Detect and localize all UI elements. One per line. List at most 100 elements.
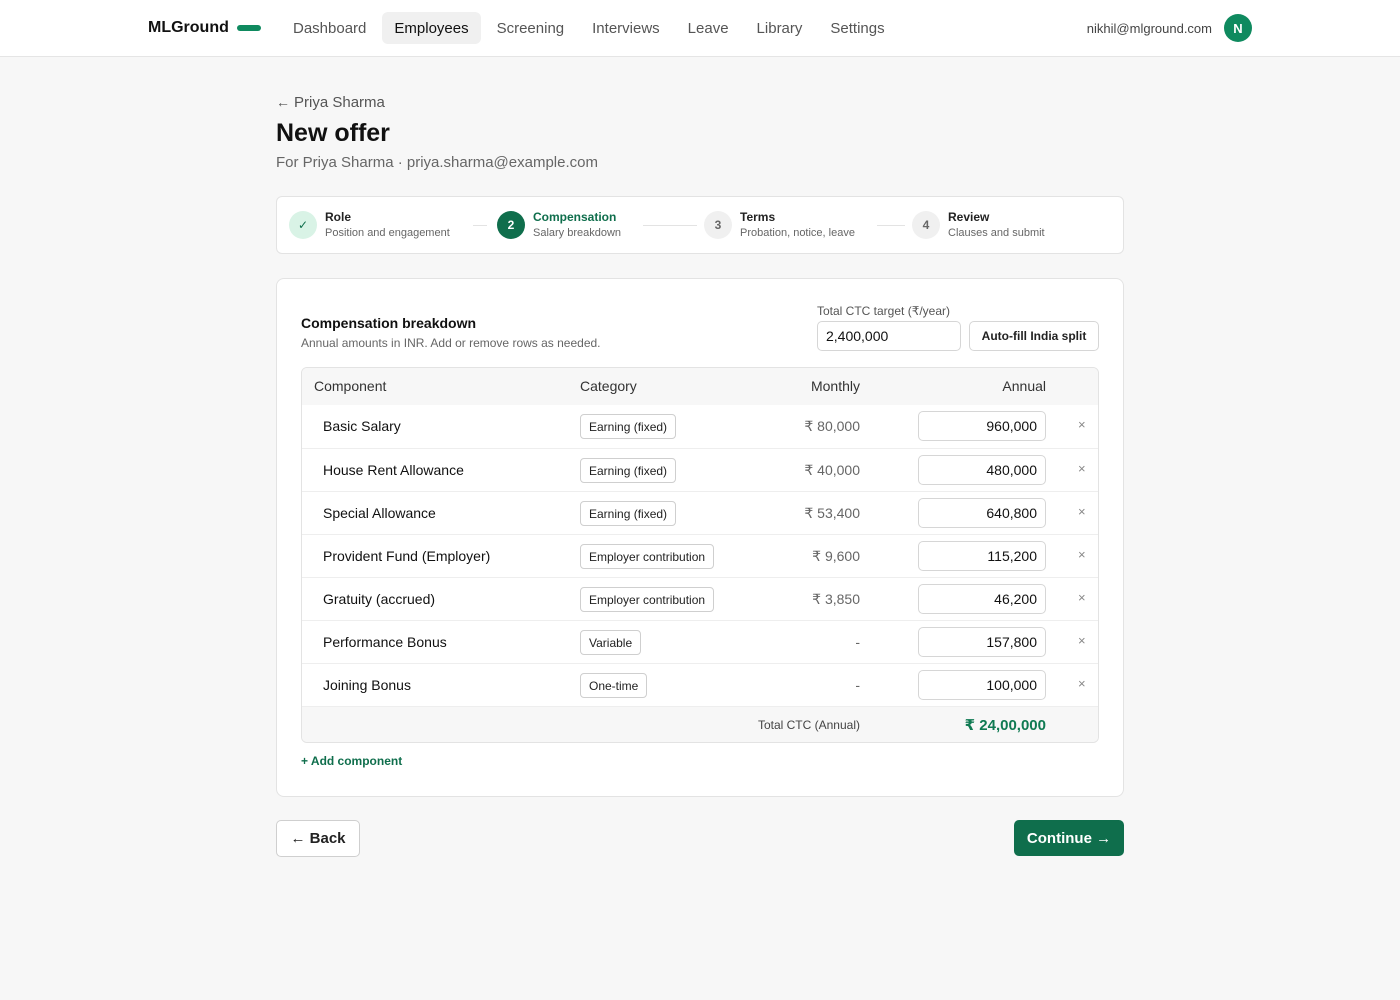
annual-amount-input[interactable] (918, 670, 1046, 700)
total-ctc-value: ₹ 24,00,000 (964, 717, 1046, 734)
remove-row-icon[interactable]: × (1078, 547, 1086, 562)
brand-name: MLGround (148, 19, 229, 36)
table-row: Performance Bonus Variable - × (302, 620, 1098, 663)
compensation-table: Component Category Monthly Annual Basic … (301, 367, 1099, 743)
brand-logo-bar (236, 25, 261, 31)
remove-row-icon[interactable]: × (1078, 676, 1086, 691)
autofill-india-split-button[interactable]: Auto-fill India split (969, 321, 1099, 351)
component-name: Special Allowance (323, 505, 436, 521)
total-ctc-label: Total CTC (Annual) (757, 718, 860, 732)
ctc-target-input[interactable] (817, 321, 961, 351)
step-number: 3 (704, 210, 732, 239)
step-connector (473, 225, 487, 226)
nav-leave[interactable]: Leave (676, 12, 741, 44)
main-nav: Dashboard Employees Screening Interviews… (281, 12, 897, 44)
component-name: Gratuity (accrued) (323, 591, 436, 607)
brand[interactable]: MLGround (148, 0, 261, 56)
back-button[interactable]: ← Back (276, 820, 360, 857)
step-number: 4 (912, 210, 940, 239)
monthly-amount: ₹ 9,600 (812, 548, 860, 564)
step-connector (643, 225, 697, 226)
step-compensation[interactable]: 2 Compensation Salary breakdown (497, 210, 621, 240)
component-name: Performance Bonus (323, 634, 447, 650)
category-badge: Earning (fixed) (580, 458, 677, 483)
step-role[interactable]: ✓ Role Position and engagement (289, 210, 450, 240)
step-title: Compensation (533, 210, 617, 224)
nav-dashboard[interactable]: Dashboard (281, 12, 378, 44)
table-row: Basic Salary Earning (fixed) ₹ 80,000 × (302, 405, 1098, 448)
check-icon: ✓ (289, 210, 317, 239)
table-row: Joining Bonus One-time - × (302, 663, 1098, 706)
annual-amount-input[interactable] (918, 455, 1046, 485)
arrow-left-icon: ← (276, 94, 290, 110)
remove-row-icon[interactable]: × (1078, 417, 1086, 432)
nav-screening[interactable]: Screening (485, 12, 577, 44)
breadcrumb[interactable]: ← Priya Sharma (276, 93, 1124, 111)
section-title: Compensation breakdown (301, 315, 477, 331)
user-menu[interactable]: nikhil@mlground.com N (1087, 14, 1252, 42)
avatar[interactable]: N (1224, 14, 1252, 42)
form-actions: ← Back Continue → (276, 820, 1124, 857)
compensation-card: Compensation breakdown Annual amounts in… (276, 278, 1124, 797)
nav-interviews[interactable]: Interviews (580, 12, 672, 44)
column-annual: Annual (1002, 378, 1046, 394)
step-desc: Position and engagement (325, 226, 450, 239)
table-footer: Total CTC (Annual) ₹ 24,00,000 (302, 706, 1098, 742)
component-name: Basic Salary (323, 418, 401, 434)
nav-library[interactable]: Library (745, 12, 815, 44)
remove-row-icon[interactable]: × (1078, 504, 1086, 519)
page-title: New offer (276, 119, 390, 147)
continue-button[interactable]: Continue → (1014, 820, 1124, 856)
remove-row-icon[interactable]: × (1078, 461, 1086, 476)
step-desc: Clauses and submit (948, 226, 1045, 239)
table-row: Special Allowance Earning (fixed) ₹ 53,4… (302, 491, 1098, 534)
annual-amount-input[interactable] (918, 498, 1046, 528)
category-badge: Variable (580, 630, 642, 655)
step-connector (877, 225, 905, 226)
annual-amount-input[interactable] (918, 627, 1046, 657)
annual-amount-input[interactable] (918, 541, 1046, 571)
monthly-amount: ₹ 3,850 (812, 591, 860, 607)
step-title: Terms (740, 210, 776, 224)
category-badge: Earning (fixed) (580, 501, 677, 526)
component-name: Joining Bonus (323, 677, 411, 693)
column-category: Category (580, 378, 637, 394)
step-desc: Salary breakdown (533, 226, 622, 239)
nav-employees[interactable]: Employees (382, 12, 481, 44)
annual-amount-input[interactable] (918, 411, 1046, 441)
add-component-link[interactable]: + Add component (301, 754, 402, 768)
column-component: Component (314, 378, 387, 394)
step-terms[interactable]: 3 Terms Probation, notice, leave (704, 210, 855, 240)
step-review[interactable]: 4 Review Clauses and submit (912, 210, 1045, 240)
category-badge: One-time (580, 673, 648, 698)
nav-settings[interactable]: Settings (818, 12, 896, 44)
section-subtitle: Annual amounts in INR. Add or remove row… (301, 336, 601, 350)
monthly-amount: ₹ 40,000 (804, 462, 860, 478)
category-badge: Employer contribution (580, 544, 715, 569)
remove-row-icon[interactable]: × (1078, 590, 1086, 605)
monthly-amount: - (855, 677, 860, 693)
category-badge: Employer contribution (580, 587, 715, 612)
category-badge: Earning (fixed) (580, 414, 677, 439)
table-row: House Rent Allowance Earning (fixed) ₹ 4… (302, 448, 1098, 491)
table-row: Provident Fund (Employer) Employer contr… (302, 534, 1098, 577)
monthly-amount: ₹ 80,000 (804, 418, 860, 434)
step-desc: Probation, notice, leave (740, 226, 855, 239)
monthly-amount: - (855, 634, 860, 650)
table-header: Component Category Monthly Annual (302, 368, 1098, 405)
main-content: ← Priya Sharma New offer For Priya Sharm… (276, 93, 1124, 797)
breadcrumb-label[interactable]: Priya Sharma (294, 94, 385, 111)
user-email: nikhil@mlground.com (1086, 20, 1212, 36)
step-number: 2 (497, 210, 525, 239)
component-name: House Rent Allowance (323, 462, 464, 478)
top-navigation: MLGround Dashboard Employees Screening I… (0, 0, 1400, 57)
step-title: Review (948, 210, 990, 224)
column-monthly: Monthly (810, 378, 860, 394)
page-subtitle: For Priya Sharma · priya.sharma@example.… (276, 154, 598, 171)
component-name: Provident Fund (Employer) (323, 548, 491, 564)
table-body: Basic Salary Earning (fixed) ₹ 80,000 × … (302, 405, 1098, 706)
monthly-amount: ₹ 53,400 (804, 505, 860, 521)
remove-row-icon[interactable]: × (1078, 633, 1086, 648)
annual-amount-input[interactable] (918, 584, 1046, 614)
step-title: Role (325, 210, 352, 224)
